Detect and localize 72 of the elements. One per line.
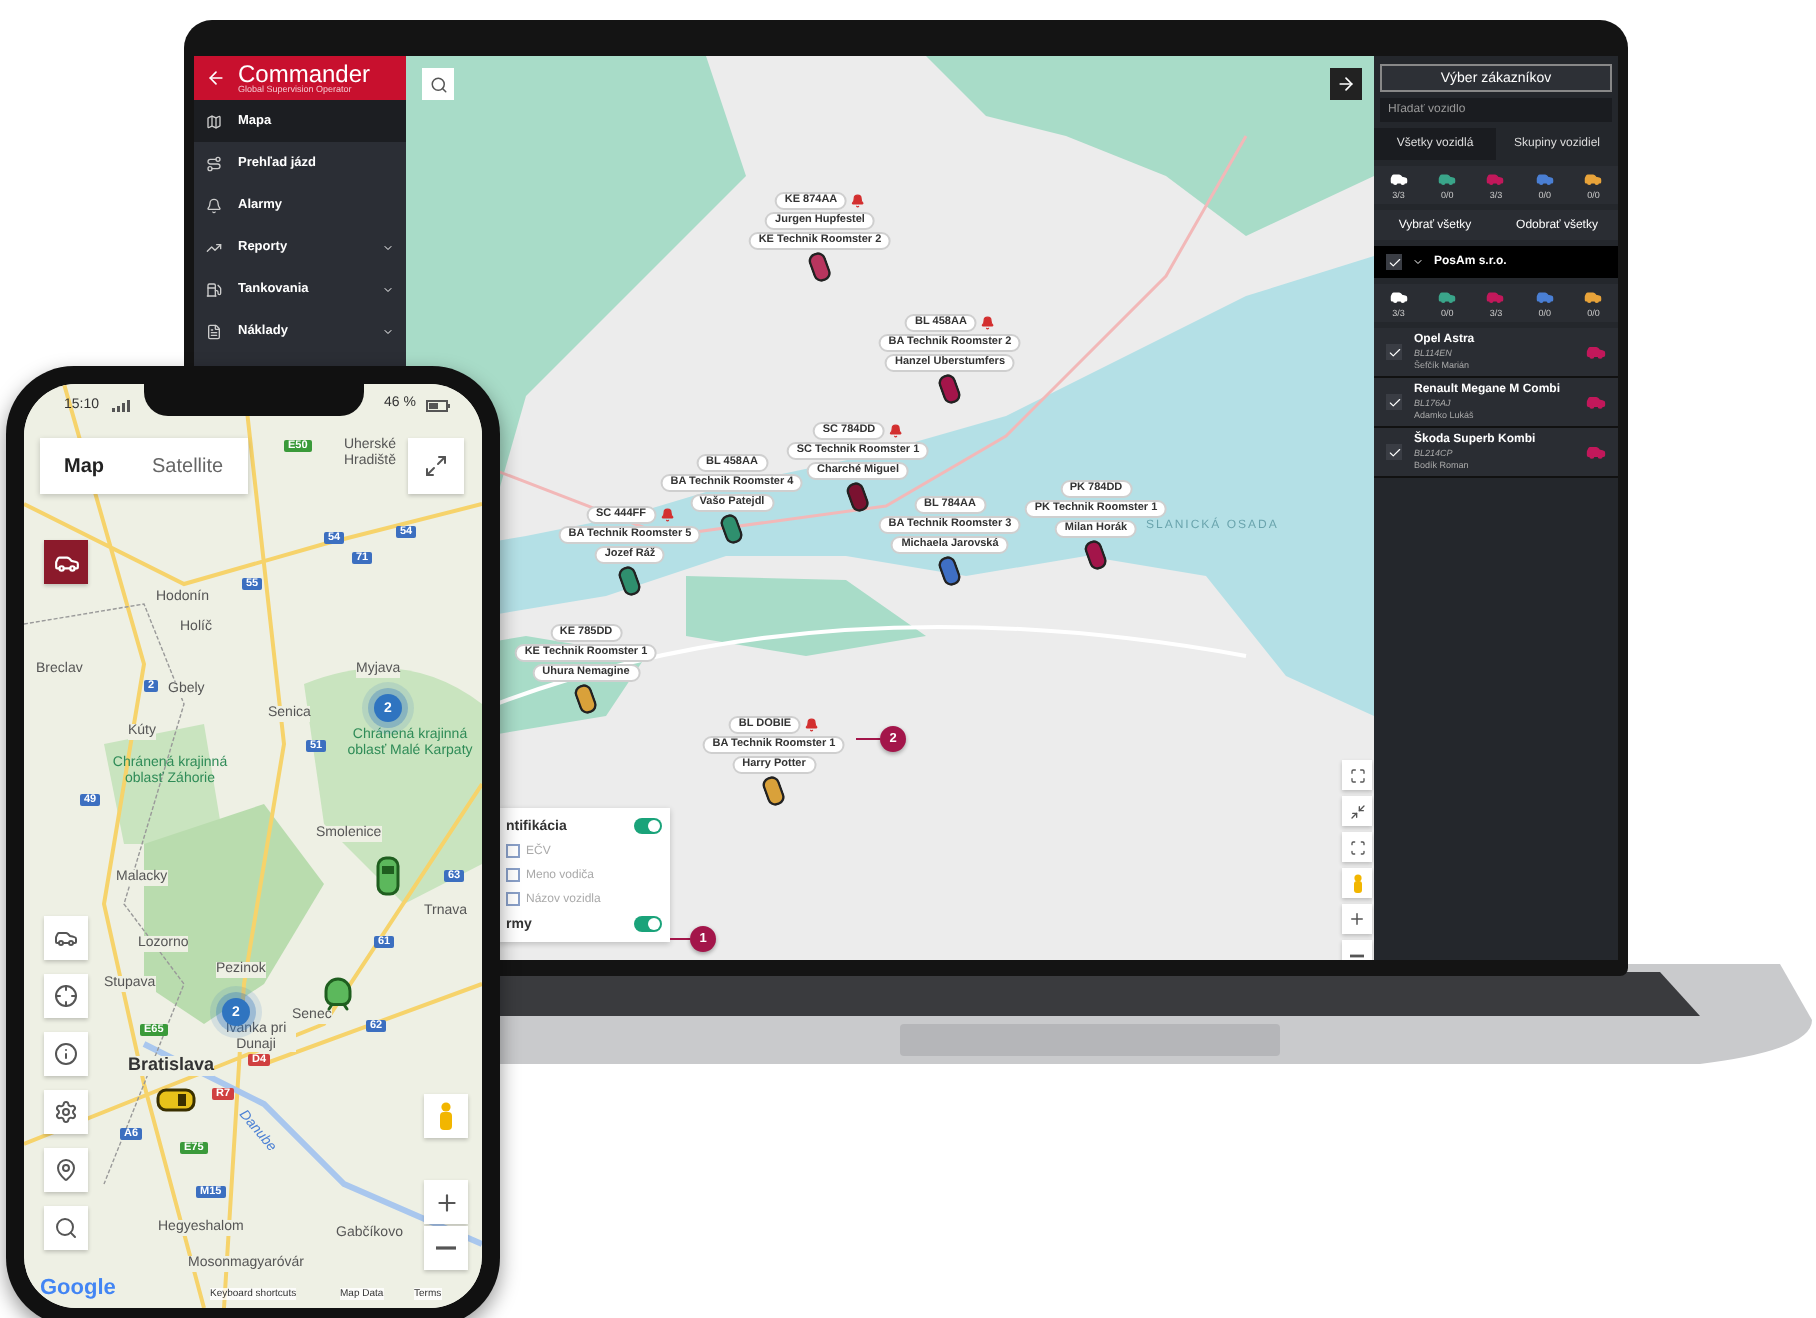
vehicle-marker[interactable] (806, 249, 834, 285)
menu-icon (206, 239, 222, 255)
vehicle-marker[interactable] (572, 681, 600, 717)
plus-icon (433, 1189, 459, 1215)
minus-icon (436, 1246, 456, 1250)
focus-icon (1349, 839, 1365, 855)
vehicle-marker[interactable] (760, 773, 788, 809)
fullscreen-icon (1349, 767, 1365, 783)
pegman-icon (1351, 873, 1363, 893)
checkbox[interactable] (1386, 394, 1402, 410)
vehicle-marker[interactable] (616, 563, 644, 599)
minus-icon (1350, 953, 1364, 957)
zoom-in-button[interactable] (424, 1180, 468, 1224)
battery-icon (426, 400, 450, 412)
arrow-right-icon (1336, 74, 1356, 94)
vehicles-button[interactable] (44, 916, 88, 960)
search-button[interactable] (422, 68, 454, 100)
menu-icon (206, 197, 222, 213)
collapse-button[interactable] (1330, 68, 1362, 100)
checkbox[interactable] (506, 844, 520, 858)
train-icon[interactable] (320, 976, 356, 1012)
map-logo: Google (40, 1276, 116, 1300)
zoom-in-button[interactable] (1342, 904, 1372, 934)
fullscreen-icon (424, 454, 448, 478)
logo: Commander (238, 61, 371, 86)
info-icon (54, 1042, 78, 1066)
signal-icon (112, 400, 130, 412)
vehicle-marker[interactable] (844, 479, 872, 515)
car-icon (54, 926, 78, 950)
vehicle-marker[interactable] (718, 511, 746, 547)
crosshair-icon (54, 984, 78, 1008)
fullscreen-button[interactable] (1342, 760, 1372, 790)
map-label: Bratislava (128, 1056, 215, 1076)
menu-icon (206, 323, 222, 339)
map-type-tab[interactable]: Satellite (128, 438, 248, 494)
shrink-icon (1349, 803, 1365, 819)
vehicle-marker[interactable] (936, 371, 964, 407)
pegman-icon (438, 1102, 454, 1130)
car-icon[interactable] (156, 1088, 196, 1112)
pin-button[interactable] (44, 1148, 88, 1192)
checkbox[interactable] (1386, 254, 1402, 270)
checkbox[interactable] (1386, 344, 1402, 360)
fullscreen-button[interactable] (408, 438, 464, 494)
menu-icon (206, 281, 222, 297)
search-button[interactable] (44, 1206, 88, 1250)
car-icon[interactable] (376, 856, 400, 896)
locate-button[interactable] (44, 974, 88, 1018)
search-icon (54, 1216, 78, 1240)
settings-icon (54, 1100, 78, 1124)
focus-button[interactable] (1342, 832, 1372, 862)
checkbox[interactable] (1386, 444, 1402, 460)
map-type-tab[interactable]: Map (40, 438, 128, 494)
info-button[interactable] (44, 1032, 88, 1076)
caret-icon[interactable] (1412, 256, 1424, 268)
leader-line (670, 938, 690, 940)
toggle-switch[interactable] (634, 916, 662, 932)
shrink-button[interactable] (1342, 796, 1372, 826)
vehicle-marker[interactable] (1082, 537, 1110, 573)
menu-icon (206, 113, 222, 129)
search-icon (429, 75, 447, 93)
menu-icon (206, 155, 222, 171)
settings-button[interactable] (44, 1090, 88, 1134)
toggle-switch[interactable] (634, 818, 662, 834)
pin-icon (54, 1158, 78, 1182)
checkbox[interactable] (506, 868, 520, 882)
back-icon[interactable] (206, 68, 226, 88)
vehicle-marker[interactable] (936, 553, 964, 589)
plus-icon (1348, 910, 1366, 928)
leader-line (856, 738, 880, 740)
checkbox[interactable] (506, 892, 520, 906)
vehicle-filter-button[interactable] (44, 540, 88, 584)
zoom-out-button[interactable] (424, 1226, 468, 1270)
